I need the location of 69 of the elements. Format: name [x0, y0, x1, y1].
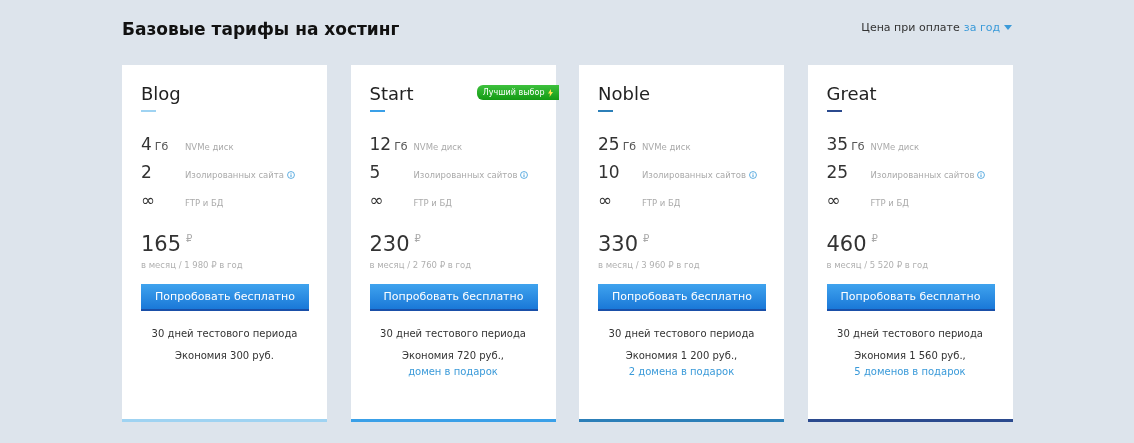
gift-link[interactable]: 5 доменов в подарок [854, 364, 966, 380]
price: 330 [598, 232, 639, 256]
feature-value: ∞ [141, 190, 156, 210]
best-choice-badge: Лучший выбор [476, 85, 559, 100]
feature-value: 4 [141, 134, 152, 154]
feature-label: NVMe диск [185, 142, 234, 152]
trial-text: 30 дней тестового периода [379, 328, 527, 339]
feature-value: ∞ [826, 190, 841, 210]
trial-text: 30 дней тестового периода [150, 328, 299, 339]
info-icon[interactable] [520, 171, 529, 179]
price-period: в месяц / 1 980 ₽ в год [141, 260, 244, 270]
feature-value: 5 [369, 162, 381, 182]
savings-text: Экономия 1 560 руб., [853, 349, 967, 363]
feature-value: 25 [826, 162, 849, 182]
try-free-button[interactable]: Попробовать бесплатно [369, 284, 538, 311]
try-free-button[interactable]: Попробовать бесплатно [598, 284, 766, 311]
period-link[interactable]: за год [963, 20, 1000, 34]
feature-unit: Гб [154, 140, 169, 153]
price-label: Цена при оплате [861, 20, 960, 34]
feature-unit: Гб [622, 140, 637, 153]
feature-label: FTP и БД [185, 198, 224, 208]
price: 230 [369, 232, 410, 256]
currency: ₽ [643, 233, 650, 244]
feature-value: 10 [598, 162, 620, 182]
feature-label: FTP и БД [642, 198, 681, 208]
feature-value: ∞ [598, 190, 613, 210]
price: 460 [826, 232, 867, 256]
feature-label: NVMe диск [870, 142, 920, 152]
plan-name: Start [369, 83, 414, 104]
plan-name: Noble [598, 83, 650, 104]
savings-text: Экономия 720 руб., [400, 349, 506, 363]
feature-value: ∞ [369, 190, 384, 210]
feature-unit: Гб [394, 140, 408, 153]
currency: ₽ [414, 233, 421, 244]
info-icon[interactable] [287, 171, 295, 179]
trial-text: 30 дней тестового периода [836, 328, 984, 339]
feature-label: NVMe диск [413, 142, 463, 152]
savings-text: Экономия 300 руб. [174, 349, 275, 363]
feature-unit: Гб [851, 140, 865, 153]
savings-text: Экономия 1 200 руб., [624, 349, 739, 363]
feature-label: NVMe диск [642, 142, 691, 152]
info-icon[interactable] [977, 171, 986, 179]
feature-value: 2 [141, 162, 152, 182]
price-period: в месяц / 2 760 ₽ в год [369, 260, 473, 270]
feature-label: Изолированных сайтов [870, 170, 975, 180]
feature-label: Изолированных сайтов [413, 170, 518, 180]
feature-label: FTP и БД [870, 198, 909, 208]
caret-icon [1004, 24, 1012, 30]
feature-label: Изолированных сайта [185, 170, 284, 180]
price-period: в месяц / 3 960 ₽ в год [598, 260, 701, 270]
try-free-button[interactable]: Попробовать бесплатно [826, 284, 995, 311]
price-period: в месяц / 5 520 ₽ в год [826, 260, 930, 270]
currency: ₽ [871, 233, 878, 244]
feature-label: Изолированных сайтов [642, 170, 746, 180]
currency: ₽ [186, 233, 193, 244]
section-title: Базовые тарифы на хостинг [122, 19, 400, 39]
feature-value: 25 [598, 134, 620, 154]
price: 165 [141, 232, 182, 256]
try-free-button[interactable]: Попробовать бесплатно [141, 284, 309, 311]
gift-link[interactable]: домен в подарок [408, 364, 498, 380]
feature-label: FTP и БД [413, 198, 452, 208]
gift-link[interactable]: 2 домена в подарок [628, 364, 735, 380]
info-icon[interactable] [749, 171, 757, 179]
plan-name: Great [826, 83, 877, 104]
lightning-icon [547, 88, 553, 97]
plan-name: Blog [141, 83, 181, 104]
feature-value: 12 [369, 134, 392, 154]
trial-text: 30 дней тестового периода [607, 328, 756, 339]
feature-value: 35 [826, 134, 849, 154]
